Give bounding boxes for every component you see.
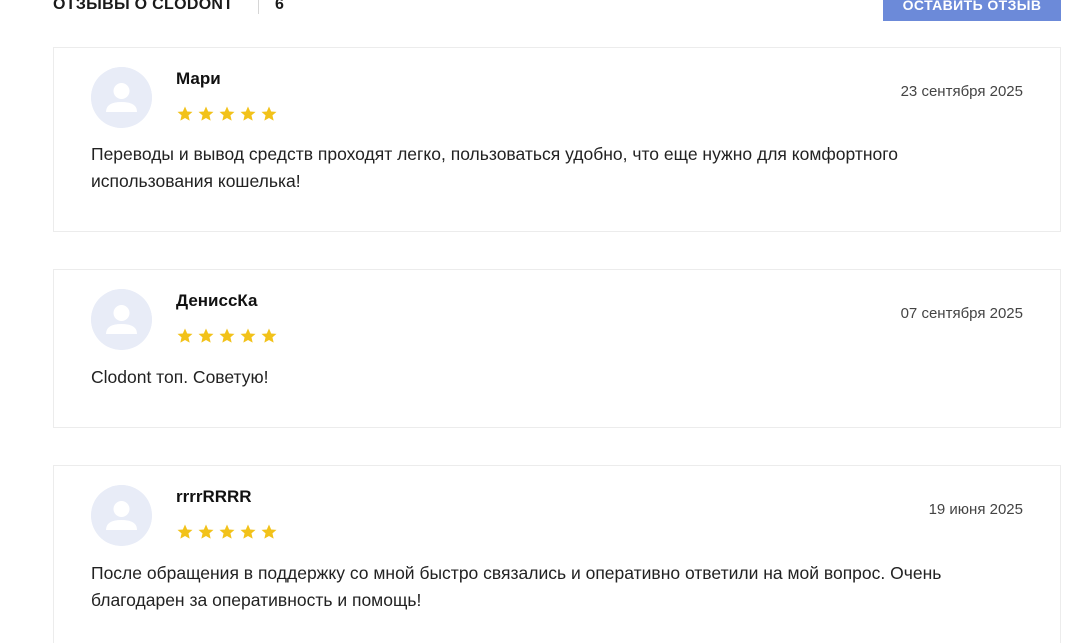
- review-card: rrrrRRRR 19 июня 2025 После обращения в …: [53, 465, 1061, 643]
- star-icon: [240, 106, 256, 121]
- avatar: [91, 289, 152, 350]
- avatar: [91, 67, 152, 128]
- star-rating: [176, 105, 278, 123]
- user-icon: [91, 289, 152, 350]
- author-name: ДениссКа: [176, 291, 258, 310]
- star-icon: [177, 106, 193, 121]
- reviews-count: 6: [275, 0, 284, 13]
- review-card: ДениссКа 07 сентября 2025 Clodont топ. С…: [53, 269, 1061, 428]
- review-text: После обращения в поддержку со мной быст…: [91, 563, 942, 610]
- star-icon: [198, 106, 214, 121]
- reviews-page: Отзывы о Clodont 6 Оставить отзыв Мари 2…: [0, 0, 1080, 643]
- star-icon: [219, 524, 235, 539]
- author-name: Мари: [176, 69, 221, 88]
- avatar: [91, 485, 152, 546]
- review-card: Мари 23 сентября 2025 Переводы и вывод с…: [53, 47, 1061, 232]
- review-text: Clodont топ. Советую!: [91, 367, 269, 387]
- review-text: Переводы и вывод средств проходят легко,…: [91, 144, 898, 191]
- user-icon: [91, 485, 152, 546]
- leave-review-button[interactable]: Оставить отзыв: [883, 0, 1061, 21]
- star-icon: [219, 328, 235, 343]
- reviews-header: Отзывы о Clodont 6 Оставить отзыв: [53, 0, 1061, 22]
- author-name: rrrrRRRR: [176, 487, 252, 506]
- star-icon: [261, 328, 277, 343]
- review-date: 07 сентября 2025: [900, 305, 1023, 322]
- star-icon: [240, 328, 256, 343]
- star-rating: [176, 523, 278, 541]
- star-rating: [176, 327, 278, 345]
- review-date: 23 сентября 2025: [900, 83, 1023, 100]
- star-icon: [261, 524, 277, 539]
- star-icon: [177, 524, 193, 539]
- star-icon: [219, 106, 235, 121]
- star-icon: [261, 106, 277, 121]
- star-icon: [177, 328, 193, 343]
- star-icon: [198, 328, 214, 343]
- star-icon: [198, 524, 214, 539]
- review-date: 19 июня 2025: [928, 501, 1023, 518]
- reviews-title: Отзывы о Clodont: [53, 0, 234, 13]
- user-icon: [91, 67, 152, 128]
- header-divider: [258, 0, 259, 14]
- star-icon: [240, 524, 256, 539]
